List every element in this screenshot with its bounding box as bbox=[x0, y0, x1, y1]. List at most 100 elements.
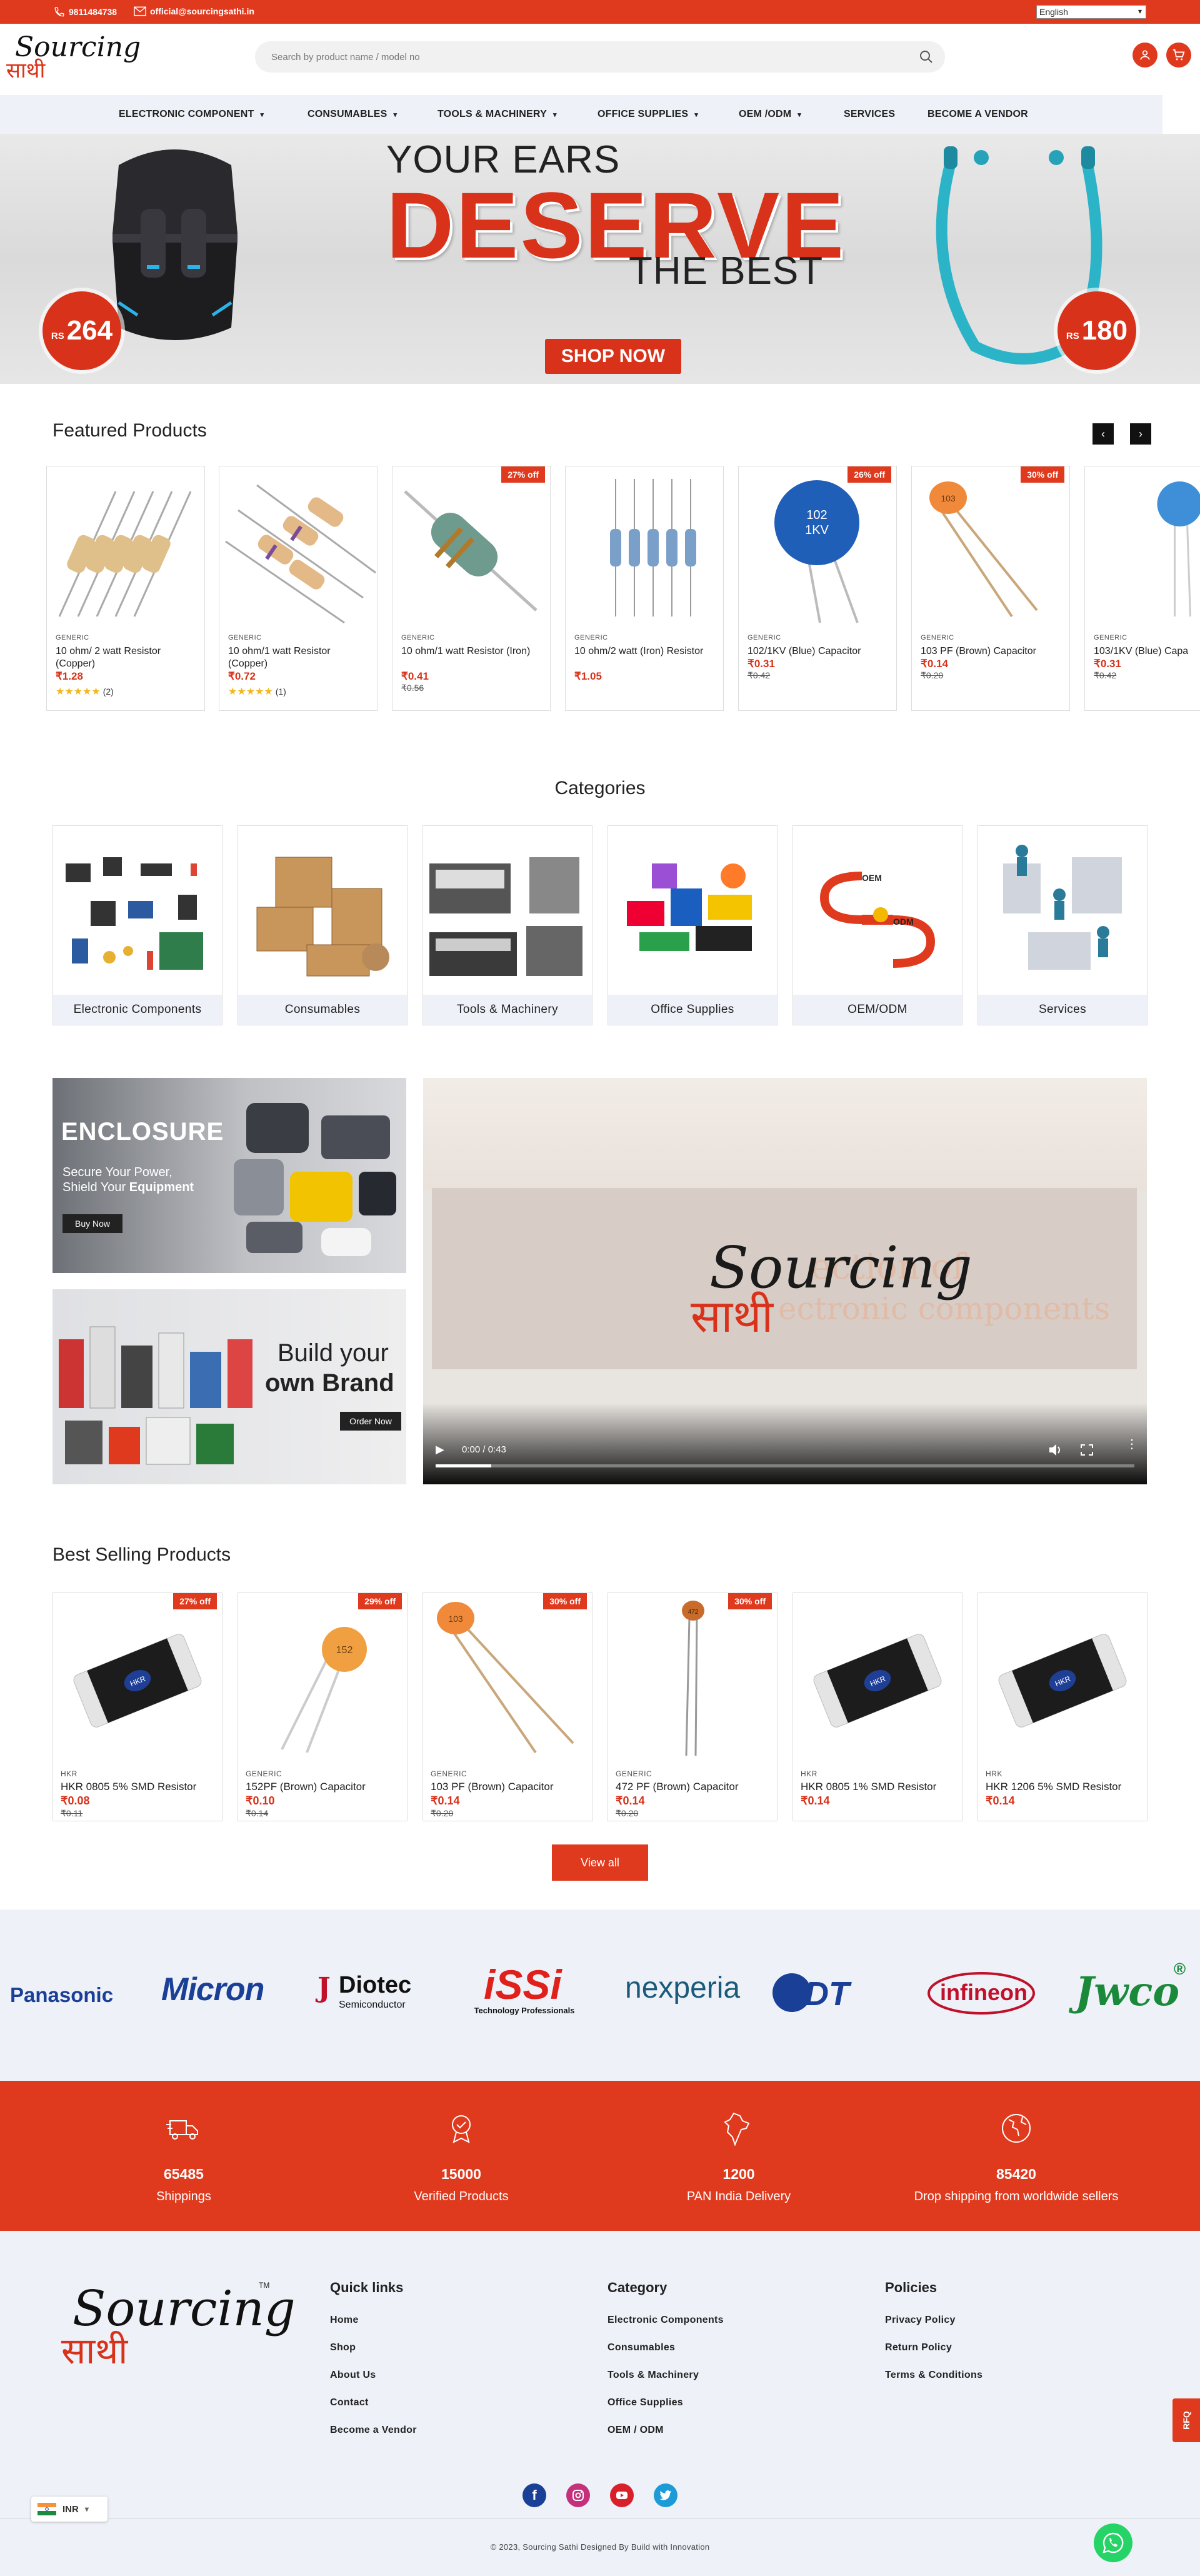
footer-link-office-supplies[interactable]: Office Supplies bbox=[608, 2397, 683, 2408]
best-selling-card[interactable]: 103 30% off GENERIC 103 PF (Brown) Capacito… bbox=[422, 1592, 592, 1821]
currency-code: INR bbox=[62, 2503, 79, 2515]
search-icon[interactable] bbox=[919, 49, 934, 64]
footer-divider bbox=[0, 2518, 1200, 2519]
whatsapp-chat-button[interactable] bbox=[1094, 2523, 1132, 2562]
video-progress-track[interactable] bbox=[436, 1464, 1134, 1467]
nav-oem-odm[interactable]: OEM /ODM ▾ bbox=[739, 109, 801, 120]
product-name: HKR 1206 5% SMD Resistor bbox=[986, 1781, 1122, 1793]
footer-link-consumables[interactable]: Consumables bbox=[608, 2342, 675, 2353]
product-name: 102/1KV (Blue) Capacitor bbox=[748, 646, 861, 657]
footer-link-privacy-policy[interactable]: Privacy Policy bbox=[885, 2315, 956, 2326]
carousel-next-button[interactable]: › bbox=[1130, 423, 1151, 445]
category-card-electronic-components[interactable]: Electronic Components bbox=[52, 825, 222, 1025]
account-button[interactable] bbox=[1132, 43, 1158, 68]
category-image bbox=[66, 857, 203, 970]
more-options-icon[interactable]: ⋮ bbox=[1126, 1438, 1138, 1451]
search-bar[interactable]: Search by product name / model no bbox=[255, 41, 945, 73]
instagram-link[interactable] bbox=[566, 2483, 590, 2507]
footer-link-terms[interactable]: Terms & Conditions bbox=[885, 2370, 982, 2381]
footer-link-about[interactable]: About Us bbox=[330, 2370, 376, 2381]
best-selling-card[interactable]: 472 30% off GENERIC 472 PF (Brown) Capacito… bbox=[608, 1592, 778, 1821]
enclosure-banner[interactable]: ENCLOSURE Secure Your Power, Shield Your… bbox=[52, 1078, 406, 1273]
product-card[interactable]: GENERIC 10 ohm/2 watt (Iron) Resistor ₹1… bbox=[565, 466, 724, 711]
footer-link-electronic-components[interactable]: Electronic Components bbox=[608, 2315, 724, 2326]
enclosure-subtitle-2a: Shield Your bbox=[62, 1180, 129, 1194]
stat-label: Shippings bbox=[156, 2190, 211, 2203]
best-selling-card[interactable]: 152 29% off GENERIC 152PF (Brown) Capacitor… bbox=[238, 1592, 408, 1821]
main-nav: ELECTRONIC COMPONENT ▾ CONSUMABLES ▾ TOOLS… bbox=[0, 95, 1162, 134]
language-value: English bbox=[1039, 7, 1068, 17]
category-card-oem-odm[interactable]: OEM ODM OEM/ODM bbox=[792, 825, 962, 1025]
fullscreen-icon[interactable] bbox=[1081, 1444, 1093, 1456]
best-selling-card[interactable]: HKR HKR HKR 0805 1% SMD Resistor ₹0.14 bbox=[792, 1592, 962, 1821]
youtube-link[interactable] bbox=[610, 2483, 634, 2507]
volume-icon[interactable] bbox=[1048, 1443, 1063, 1457]
footer-link-shop[interactable]: Shop bbox=[330, 2342, 356, 2353]
footer-link-become-vendor[interactable]: Become a Vendor bbox=[330, 2425, 417, 2436]
facebook-link[interactable]: f bbox=[522, 2483, 546, 2507]
email-contact[interactable]: official@sourcingsathi.in bbox=[134, 6, 254, 16]
brand-logo-panasonic[interactable]: Panasonic bbox=[10, 1983, 113, 2007]
review-count: (2) bbox=[102, 687, 114, 697]
product-card[interactable]: GENERIC 10 ohm/ 2 watt Resistor (Copper)… bbox=[46, 466, 205, 711]
brand-logo-micron[interactable]: Micron bbox=[161, 1971, 264, 2008]
hero-banner[interactable]: RS 264 YOUR EARS DESERVE THE BEST SHOP NO… bbox=[0, 134, 1200, 384]
video-logo-hindi: साथी bbox=[691, 1292, 773, 1342]
footer-link-contact[interactable]: Contact bbox=[330, 2397, 369, 2408]
footer-link-return-policy[interactable]: Return Policy bbox=[885, 2342, 952, 2353]
nav-tools-machinery[interactable]: TOOLS & MACHINERY ▾ bbox=[438, 109, 557, 120]
category-card-consumables[interactable]: Consumables bbox=[238, 825, 408, 1025]
category-card-tools-machinery[interactable]: Tools & Machinery bbox=[422, 825, 592, 1025]
twitter-icon bbox=[659, 2490, 671, 2500]
product-old-price: ₹0.11 bbox=[61, 1808, 83, 1818]
best-selling-card[interactable]: HKR 27% off HKR HKR 0805 5% SMD Resistor ₹0.… bbox=[52, 1592, 222, 1821]
best-selling-card[interactable]: HKR HRK HKR 1206 5% SMD Resistor ₹0.14 bbox=[978, 1592, 1148, 1821]
carousel-prev-button[interactable]: ‹ bbox=[1092, 423, 1114, 445]
product-old-price: ₹0.20 bbox=[431, 1808, 454, 1818]
cart-button[interactable] bbox=[1166, 43, 1191, 68]
category-card-services[interactable]: Services bbox=[978, 825, 1148, 1025]
product-card[interactable]: 27% off GENERIC 10 ohm/1 watt Resistor (… bbox=[392, 466, 551, 711]
promo-video-player[interactable]: ection of ectronic components Sourcing स… bbox=[423, 1078, 1147, 1484]
nav-become-vendor[interactable]: BECOME A VENDOR bbox=[928, 109, 1028, 120]
build-your-brand-banner[interactable]: Build your own Brand Order Now bbox=[52, 1289, 406, 1484]
best-selling-title: Best Selling Products bbox=[52, 1544, 231, 1565]
product-card[interactable]: 102 1KV 26% off GENERIC 102/1KV (Blue) C… bbox=[738, 466, 897, 711]
nav-electronic-component[interactable]: ELECTRONIC COMPONENT ▾ bbox=[119, 109, 264, 120]
nav-consumables[interactable]: CONSUMABLES ▾ bbox=[308, 109, 397, 120]
currency-selector[interactable]: INR ▾ bbox=[31, 2497, 108, 2522]
category-image bbox=[429, 857, 582, 976]
footer-link-oem-odm[interactable]: OEM / ODM bbox=[608, 2425, 664, 2436]
phone-contact[interactable]: 9811484738 bbox=[54, 6, 117, 18]
rfq-tab[interactable]: RFQ bbox=[1172, 2398, 1200, 2442]
stat-label: PAN India Delivery bbox=[686, 2190, 791, 2203]
chevron-down-icon: ▾ bbox=[798, 111, 801, 119]
diotec-sub: Semiconductor bbox=[339, 2000, 406, 2010]
twitter-link[interactable] bbox=[654, 2483, 678, 2507]
product-old-price: ₹0.20 bbox=[921, 670, 944, 680]
order-now-button[interactable]: Order Now bbox=[340, 1412, 401, 1431]
search-input[interactable]: Search by product name / model no bbox=[271, 52, 420, 63]
price-tag-earbuds: RS 264 bbox=[42, 291, 121, 370]
buy-now-button[interactable]: Buy Now bbox=[62, 1214, 122, 1233]
product-card[interactable]: GENERIC 103/1KV (Blue) Capa ₹0.31 ₹0.42 bbox=[1084, 466, 1200, 711]
play-icon[interactable]: ▶ bbox=[436, 1443, 444, 1456]
view-all-button[interactable]: View all bbox=[552, 1844, 648, 1881]
nav-services[interactable]: SERVICES bbox=[844, 109, 895, 120]
footer-logo[interactable]: Sourcing TM साथी bbox=[56, 2281, 296, 2372]
footer-link-home[interactable]: Home bbox=[330, 2315, 359, 2326]
nav-label: BECOME A VENDOR bbox=[928, 109, 1028, 119]
product-card[interactable]: GENERIC 10 ohm/1 watt Resistor (Copper) … bbox=[219, 466, 378, 711]
nav-office-supplies[interactable]: OFFICE SUPPLIES ▾ bbox=[598, 109, 698, 120]
product-image: 102 1KV bbox=[774, 480, 859, 623]
brand-logo-nexperia[interactable]: nexperia bbox=[625, 1971, 740, 2005]
language-select[interactable]: English ▾ bbox=[1036, 5, 1146, 19]
shop-now-button[interactable]: SHOP NOW bbox=[545, 339, 681, 374]
star-icons: ★★★★★ bbox=[228, 687, 273, 697]
category-card-office-supplies[interactable]: Office Supplies bbox=[608, 825, 778, 1025]
site-logo[interactable]: Sourcing साथी bbox=[4, 30, 141, 83]
product-card[interactable]: 103 30% off GENERIC 103 PF (Brown) Capac… bbox=[911, 466, 1070, 711]
footer-link-tools-machinery[interactable]: Tools & Machinery bbox=[608, 2370, 699, 2381]
video-progress-fill bbox=[436, 1464, 492, 1467]
jwco-name: Jwco bbox=[1075, 1968, 1180, 2015]
